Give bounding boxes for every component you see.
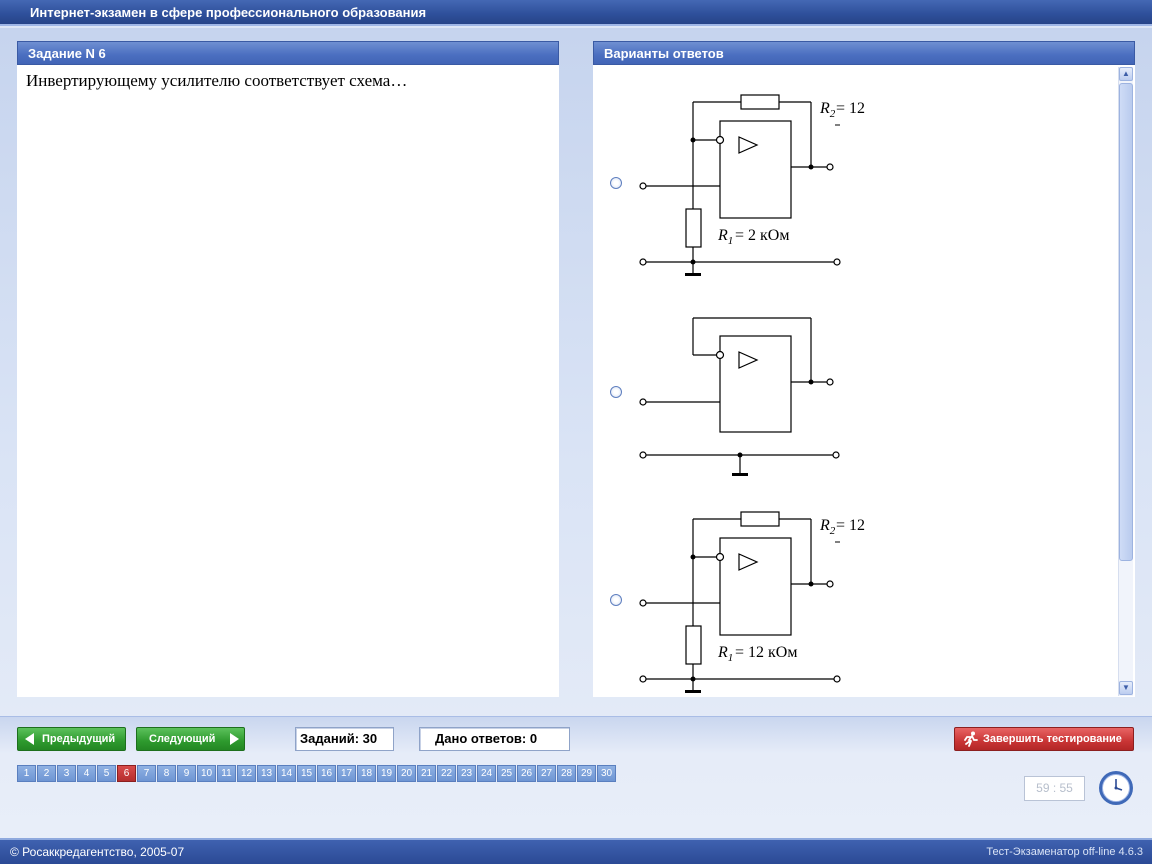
page-button-5[interactable]: 5 (97, 765, 116, 782)
page-button-4[interactable]: 4 (77, 765, 96, 782)
question-header: Задание N 6 (17, 41, 559, 65)
tasks-counter-label: Заданий: 30 (300, 731, 378, 746)
prev-button-label: Предыдущий (42, 733, 116, 745)
page-button-12[interactable]: 12 (237, 765, 256, 782)
option-1-r1-value: = 2 кОм (735, 227, 789, 244)
arrow-left-icon (25, 733, 34, 745)
window-title-bar: Интернет-экзамен в сфере профессионально… (0, 0, 1152, 26)
circuit-diagram-1: R2 = 12 R1 = 2 кОм (639, 94, 865, 276)
page-button-20[interactable]: 20 (397, 765, 416, 782)
answers-counter: Дано ответов: 0 (419, 727, 570, 751)
page-button-26[interactable]: 26 (517, 765, 536, 782)
page-button-17[interactable]: 17 (337, 765, 356, 782)
page-button-24[interactable]: 24 (477, 765, 496, 782)
answer-radio-2[interactable] (610, 386, 622, 398)
circuit-diagram-3: R2 = 12 R1 = 12 кОм (639, 511, 865, 693)
timer-display: 59 : 55 (1024, 776, 1085, 801)
svg-text:R1: R1 (717, 227, 733, 247)
svg-text:R2: R2 (819, 100, 836, 120)
page-button-8[interactable]: 8 (157, 765, 176, 782)
version-text: Тест-Экзаменатор off-line 4.6.3 (986, 846, 1143, 858)
timer-value: 59 : 55 (1036, 781, 1073, 795)
status-bar: © Росаккредагентство, 2005-07 Тест-Экзам… (0, 838, 1152, 864)
svg-text:R1: R1 (717, 644, 733, 664)
prev-button[interactable]: Предыдущий (17, 727, 126, 751)
running-man-icon (964, 731, 978, 747)
answers-header-label: Варианты ответов (604, 46, 724, 61)
option-1-r2-value: = 12 (836, 100, 865, 117)
answer-radio-1[interactable] (610, 177, 622, 189)
page-button-7[interactable]: 7 (137, 765, 156, 782)
next-button-label: Следующий (149, 733, 216, 745)
page-button-21[interactable]: 21 (417, 765, 436, 782)
page-button-29[interactable]: 29 (577, 765, 596, 782)
circuit-diagram-2 (639, 317, 840, 476)
option-3-r1-value: = 12 кОм (735, 644, 797, 661)
page-button-3[interactable]: 3 (57, 765, 76, 782)
page-button-11[interactable]: 11 (217, 765, 236, 782)
scroll-up-button[interactable]: ▲ (1119, 67, 1133, 81)
page-button-28[interactable]: 28 (557, 765, 576, 782)
next-button[interactable]: Следующий (136, 727, 245, 751)
question-panel: Инвертирующему усилителю соответствует с… (17, 65, 559, 697)
page-button-13[interactable]: 13 (257, 765, 276, 782)
page-button-25[interactable]: 25 (497, 765, 516, 782)
window-title: Интернет-экзамен в сфере профессионально… (30, 5, 427, 20)
answers-scrollbar[interactable]: ▲ ▼ (1118, 67, 1133, 696)
scroll-down-button[interactable]: ▼ (1119, 681, 1133, 695)
page-button-1[interactable]: 1 (17, 765, 36, 782)
question-text: Инвертирующему усилителю соответствует с… (26, 71, 408, 90)
page-button-23[interactable]: 23 (457, 765, 476, 782)
answers-counter-label: Дано ответов: 0 (435, 731, 538, 746)
arrow-right-icon (230, 733, 239, 745)
answer-radio-3[interactable] (610, 594, 622, 606)
tasks-counter: Заданий: 30 (295, 727, 394, 751)
page-button-2[interactable]: 2 (37, 765, 56, 782)
page-button-14[interactable]: 14 (277, 765, 296, 782)
clock-icon (1099, 771, 1133, 805)
copyright-text: © Росаккредагентство, 2005-07 (10, 845, 185, 859)
finish-test-label: Завершить тестирование (983, 733, 1122, 745)
page-button-30[interactable]: 30 (597, 765, 616, 782)
page-button-10[interactable]: 10 (197, 765, 216, 782)
page-button-22[interactable]: 22 (437, 765, 456, 782)
option-3-r2-value: = 12 (836, 517, 865, 534)
page-button-16[interactable]: 16 (317, 765, 336, 782)
answers-header: Варианты ответов (593, 41, 1135, 65)
page-button-18[interactable]: 18 (357, 765, 376, 782)
page-button-27[interactable]: 27 (537, 765, 556, 782)
scroll-thumb[interactable] (1119, 83, 1133, 561)
page-button-6[interactable]: 6 (117, 765, 136, 782)
finish-test-button[interactable]: Завершить тестирование (954, 727, 1134, 751)
page-button-9[interactable]: 9 (177, 765, 196, 782)
svg-text:R2: R2 (819, 517, 836, 537)
page-button-19[interactable]: 19 (377, 765, 396, 782)
question-header-label: Задание N 6 (28, 46, 106, 61)
page-button-15[interactable]: 15 (297, 765, 316, 782)
